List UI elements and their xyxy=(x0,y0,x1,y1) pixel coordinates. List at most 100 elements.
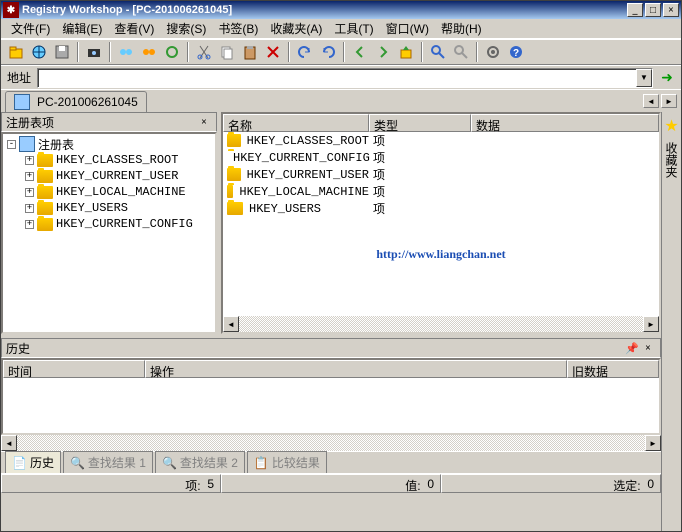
scroll-left-icon[interactable]: ◄ xyxy=(223,316,239,332)
address-dropdown-icon[interactable]: ▼ xyxy=(636,69,652,87)
scroll-right-icon[interactable]: ► xyxy=(643,316,659,332)
window-title: Registry Workshop - [PC-201006261045] xyxy=(22,4,232,16)
btab-label: 比较结果 xyxy=(272,454,320,471)
tb-help-icon[interactable]: ? xyxy=(505,41,527,63)
btab-find1[interactable]: 🔍查找结果 1 xyxy=(63,451,153,474)
address-combo[interactable]: ▼ xyxy=(37,68,653,88)
tb-replace-icon[interactable] xyxy=(450,41,472,63)
tb-disconnect-icon[interactable] xyxy=(138,41,160,63)
minimize-button[interactable]: _ xyxy=(627,3,643,17)
tb-connect-icon[interactable] xyxy=(115,41,137,63)
tb-delete-icon[interactable] xyxy=(262,41,284,63)
cell-name: HKEY_CURRENT_USER xyxy=(247,168,369,182)
close-button[interactable]: × xyxy=(663,3,679,17)
menu-view[interactable]: 查看(V) xyxy=(108,18,160,39)
menu-bookmark[interactable]: 书签(B) xyxy=(212,18,264,39)
tree-root[interactable]: - 注册表 xyxy=(5,136,213,152)
folder-icon xyxy=(37,170,53,183)
expand-icon[interactable]: + xyxy=(25,156,34,165)
tb-undo-icon[interactable] xyxy=(294,41,316,63)
favorite-star-icon[interactable]: ★ xyxy=(664,116,678,136)
tb-back-icon[interactable] xyxy=(349,41,371,63)
h-scrollbar[interactable]: ◄ ► xyxy=(1,435,661,451)
tb-open-remote-icon[interactable] xyxy=(28,41,50,63)
tb-paste-icon[interactable] xyxy=(239,41,261,63)
tb-open-local-icon[interactable] xyxy=(5,41,27,63)
list-item[interactable]: HKEY_CURRENT_CONFIG项 xyxy=(223,149,659,166)
tb-copy-icon[interactable] xyxy=(216,41,238,63)
tb-snapshot-icon[interactable] xyxy=(83,41,105,63)
scroll-right-icon[interactable]: ► xyxy=(645,435,661,451)
expand-icon[interactable]: + xyxy=(25,204,34,213)
btab-history[interactable]: 📄历史 xyxy=(5,451,61,474)
tree-node-label: HKEY_LOCAL_MACHINE xyxy=(56,185,186,199)
btab-compare[interactable]: 📋比较结果 xyxy=(247,451,327,474)
tb-find-icon[interactable] xyxy=(427,41,449,63)
menubar: 文件(F) 编辑(E) 查看(V) 搜索(S) 书签(B) 收藏夹(A) 工具(… xyxy=(1,19,681,39)
tb-up-icon[interactable] xyxy=(395,41,417,63)
scroll-track[interactable] xyxy=(17,435,645,451)
cell-name: HKEY_CURRENT_CONFIG xyxy=(233,151,370,165)
sidebar-favorites-label[interactable]: 收藏夹 xyxy=(663,142,680,178)
btab-find2[interactable]: 🔍查找结果 2 xyxy=(155,451,245,474)
list-item[interactable]: HKEY_CURRENT_USER项 xyxy=(223,166,659,183)
scroll-track[interactable] xyxy=(239,316,643,332)
tb-cut-icon[interactable] xyxy=(193,41,215,63)
folder-icon xyxy=(37,218,53,231)
left-panel-close-icon[interactable]: × xyxy=(196,115,212,129)
tree-node-label: HKEY_USERS xyxy=(56,201,128,215)
watermark-link[interactable]: http://www.liangchan.net xyxy=(223,247,659,262)
menu-edit[interactable]: 编辑(E) xyxy=(56,18,108,39)
menu-file[interactable]: 文件(F) xyxy=(5,18,56,39)
list-item[interactable]: HKEY_USERS项 xyxy=(223,200,659,217)
history-panel: 历史 📌 × 时间 操作 旧数据 ◄ ► xyxy=(1,338,661,451)
tree-node[interactable]: + HKEY_LOCAL_MACHINE xyxy=(5,184,213,200)
folder-icon xyxy=(227,168,241,181)
tree-node[interactable]: +HKEY_CLASSES_ROOT xyxy=(5,152,213,168)
titlebar[interactable]: ✱ Registry Workshop - [PC-201006261045] … xyxy=(1,1,681,19)
expand-icon[interactable]: + xyxy=(25,220,34,229)
cell-type: 项 xyxy=(369,183,471,200)
tree-node[interactable]: +HKEY_CURRENT_CONFIG xyxy=(5,216,213,232)
address-bar: 地址 ▼ ➜ xyxy=(1,65,681,89)
menu-tools[interactable]: 工具(T) xyxy=(328,18,379,39)
expand-icon[interactable]: + xyxy=(25,188,34,197)
tab-scroll-right-icon[interactable]: ► xyxy=(661,94,677,108)
col-type[interactable]: 类型 xyxy=(369,114,471,132)
ws-tab-label: PC-201006261045 xyxy=(37,95,138,109)
history-close-icon[interactable]: × xyxy=(640,341,656,355)
menu-favorites[interactable]: 收藏夹(A) xyxy=(264,18,328,39)
history-list[interactable]: 时间 操作 旧数据 xyxy=(1,358,661,435)
hist-col-old[interactable]: 旧数据 xyxy=(567,360,659,378)
right-panel: 名称 类型 数据 HKEY_CLASSES_ROOT项 HKEY_CURRENT… xyxy=(221,112,661,334)
tb-save-icon[interactable] xyxy=(51,41,73,63)
tab-scroll-left-icon[interactable]: ◄ xyxy=(643,94,659,108)
app-icon: ✱ xyxy=(3,2,19,18)
tb-redo-icon[interactable] xyxy=(317,41,339,63)
go-button[interactable]: ➜ xyxy=(657,68,677,88)
value-list[interactable]: 名称 类型 数据 HKEY_CLASSES_ROOT项 HKEY_CURRENT… xyxy=(221,112,661,334)
hist-col-op[interactable]: 操作 xyxy=(145,360,567,378)
col-name[interactable]: 名称 xyxy=(223,114,369,132)
menu-search[interactable]: 搜索(S) xyxy=(160,18,212,39)
list-item[interactable]: HKEY_LOCAL_MACHINE项 xyxy=(223,183,659,200)
expand-icon[interactable]: + xyxy=(25,172,34,181)
history-pin-icon[interactable]: 📌 xyxy=(624,341,640,355)
registry-tree[interactable]: - 注册表 +HKEY_CLASSES_ROOT +HKEY_CURRENT_U… xyxy=(1,132,217,334)
tb-settings-icon[interactable] xyxy=(482,41,504,63)
hist-col-time[interactable]: 时间 xyxy=(3,360,145,378)
tree-node[interactable]: +HKEY_CURRENT_USER xyxy=(5,168,213,184)
menu-help[interactable]: 帮助(H) xyxy=(435,18,488,39)
scroll-left-icon[interactable]: ◄ xyxy=(1,435,17,451)
tb-refresh-icon[interactable] xyxy=(161,41,183,63)
menu-window[interactable]: 窗口(W) xyxy=(380,18,435,39)
tb-forward-icon[interactable] xyxy=(372,41,394,63)
col-data[interactable]: 数据 xyxy=(471,114,659,132)
collapse-icon[interactable]: - xyxy=(7,140,16,149)
maximize-button[interactable]: □ xyxy=(645,3,661,17)
cell-type: 项 xyxy=(369,149,471,166)
list-item[interactable]: HKEY_CLASSES_ROOT项 xyxy=(223,132,659,149)
tree-node[interactable]: + HKEY_USERS xyxy=(5,200,213,216)
h-scrollbar[interactable]: ◄ ► xyxy=(223,316,659,332)
ws-tab-active[interactable]: PC-201006261045 xyxy=(5,91,147,112)
